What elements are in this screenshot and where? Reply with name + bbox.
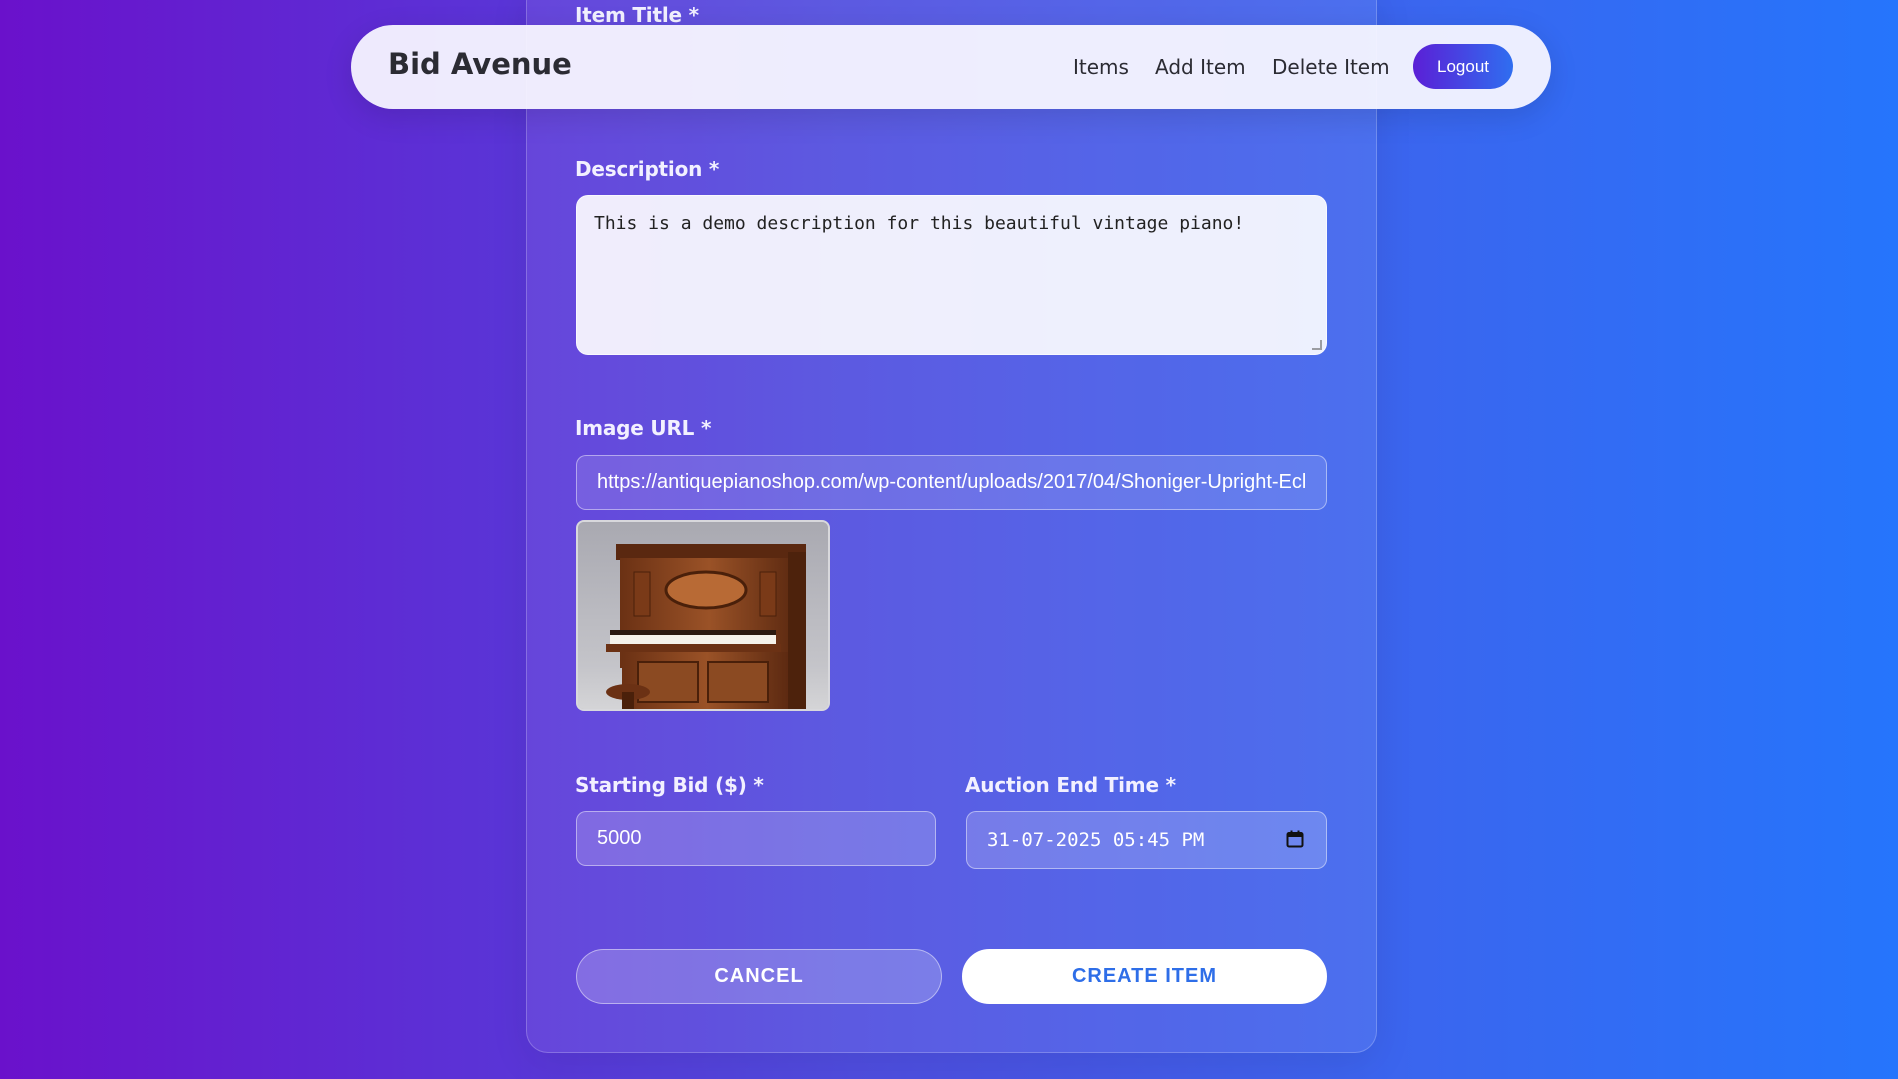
resize-grip-icon[interactable]: [1312, 340, 1322, 350]
auction-end-time-label: Auction End Time *: [965, 773, 1176, 797]
starting-bid-label: Starting Bid ($) *: [575, 773, 764, 797]
cancel-button[interactable]: CANCEL: [576, 949, 942, 1004]
piano-image: [578, 522, 828, 709]
navbar: Bid Avenue Items Add Item Delete Item Lo…: [351, 25, 1551, 109]
image-url-input[interactable]: https://antiquepianoshop.com/wp-content/…: [576, 455, 1327, 510]
auction-end-time-value: 31-07-2025 05:45 PM: [987, 829, 1205, 851]
nav-link-add-item[interactable]: Add Item: [1155, 55, 1246, 79]
auction-end-time-input[interactable]: 31-07-2025 05:45 PM: [966, 811, 1327, 869]
image-url-label: Image URL *: [575, 416, 712, 440]
calendar-icon[interactable]: [1286, 830, 1304, 848]
starting-bid-input[interactable]: 5000: [576, 811, 936, 866]
item-title-label: Item Title *: [575, 3, 699, 27]
description-label: Description *: [575, 157, 720, 181]
image-preview: [576, 520, 830, 711]
nav-link-items[interactable]: Items: [1073, 55, 1129, 79]
description-textarea[interactable]: This is a demo description for this beau…: [576, 195, 1327, 355]
nav-link-delete-item[interactable]: Delete Item: [1272, 55, 1390, 79]
create-item-button[interactable]: CREATE ITEM: [962, 949, 1327, 1004]
starting-bid-value: 5000: [597, 827, 642, 849]
brand-logo[interactable]: Bid Avenue: [388, 47, 572, 81]
image-url-value: https://antiquepianoshop.com/wp-content/…: [597, 471, 1307, 493]
description-value: This is a demo description for this beau…: [594, 213, 1245, 234]
logout-button[interactable]: Logout: [1413, 44, 1513, 89]
